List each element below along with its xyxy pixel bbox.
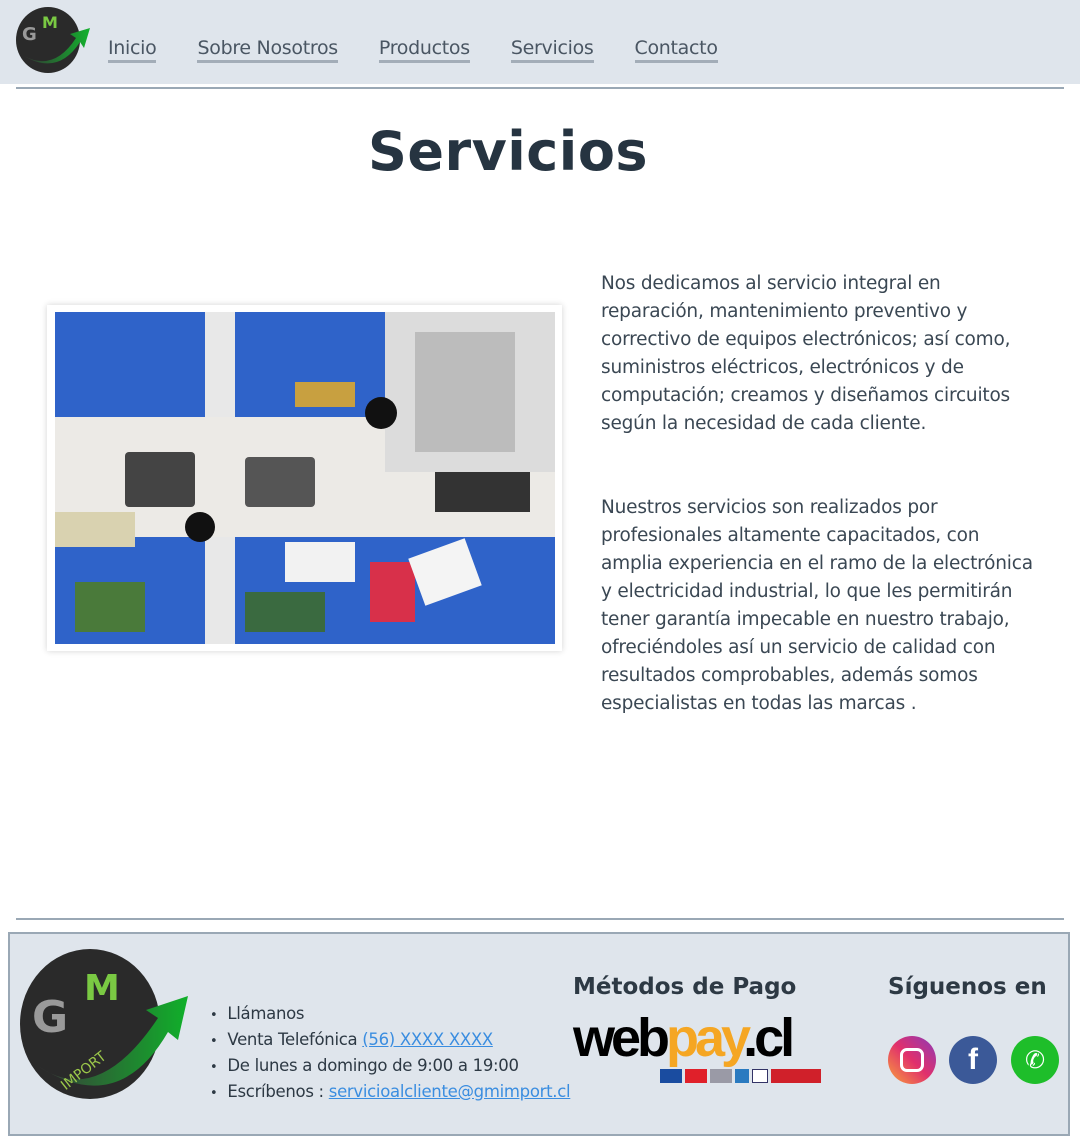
- svg-text:G: G: [22, 24, 37, 45]
- gm-import-footer-logo: G M IMPORT: [20, 949, 188, 1099]
- contact-email: Escríbenos : servicioalcliente@gmimport.…: [210, 1080, 570, 1106]
- whatsapp-icon[interactable]: ✆: [1011, 1036, 1059, 1084]
- footer: G M IMPORT Llámanos Venta Telefónica (56…: [8, 932, 1070, 1136]
- nav-servicios[interactable]: Servicios: [510, 37, 594, 63]
- instagram-icon[interactable]: [888, 1036, 936, 1084]
- top-nav: G M Inicio Sobre Nosotros Productos Serv…: [0, 0, 1080, 84]
- magna-icon: [710, 1069, 732, 1083]
- phone-label: Venta Telefónica: [227, 1030, 358, 1049]
- contact-call: Llámanos: [210, 1002, 570, 1028]
- visa-icon: [660, 1069, 682, 1083]
- nav-contacto[interactable]: Contacto: [634, 37, 718, 63]
- follow-us-heading: Síguenos en: [888, 974, 1047, 1000]
- diners-icon: [752, 1069, 768, 1083]
- payment-methods-heading: Métodos de Pago: [573, 974, 797, 1000]
- nav-sobre-nosotros[interactable]: Sobre Nosotros: [197, 37, 338, 63]
- services-detail-paragraph: Nuestros servicios son realizados por pr…: [601, 497, 1033, 714]
- mastercard-icon: [685, 1069, 707, 1083]
- svg-text:M: M: [84, 968, 120, 1009]
- hours-text: De lunes a domingo de 9:00 a 19:00: [227, 1056, 519, 1075]
- redcompra-icon: [771, 1069, 821, 1083]
- contact-hours: De lunes a domingo de 9:00 a 19:00: [210, 1054, 570, 1080]
- gm-import-logo[interactable]: G M: [14, 6, 90, 74]
- email-link[interactable]: servicioalcliente@gmimport.cl: [329, 1082, 571, 1101]
- webpay-logo: webpay.cl: [573, 1008, 795, 1068]
- call-label: Llámanos: [227, 1004, 305, 1023]
- nav-inicio[interactable]: Inicio: [108, 37, 157, 63]
- contact-list: Llámanos Venta Telefónica (56) XXXX XXXX…: [210, 1002, 570, 1106]
- email-label: Escríbenos :: [227, 1082, 324, 1101]
- services-intro-paragraph: Nos dedicamos al servicio integral en re…: [601, 273, 1011, 434]
- svg-text:M: M: [42, 13, 58, 32]
- amex-icon: [735, 1069, 749, 1083]
- electronics-workbench-photo: [55, 312, 555, 644]
- page-title: Servicios: [367, 120, 649, 183]
- services-image-card: [47, 305, 562, 651]
- svg-text:G: G: [32, 992, 68, 1043]
- facebook-icon[interactable]: f: [949, 1036, 997, 1084]
- divider: [16, 87, 1064, 89]
- contact-phone: Venta Telefónica (56) XXXX XXXX: [210, 1028, 570, 1054]
- footer-divider: [16, 918, 1064, 920]
- payment-card-icons: [660, 1069, 821, 1083]
- phone-link[interactable]: (56) XXXX XXXX: [362, 1030, 493, 1049]
- nav-productos[interactable]: Productos: [378, 37, 470, 63]
